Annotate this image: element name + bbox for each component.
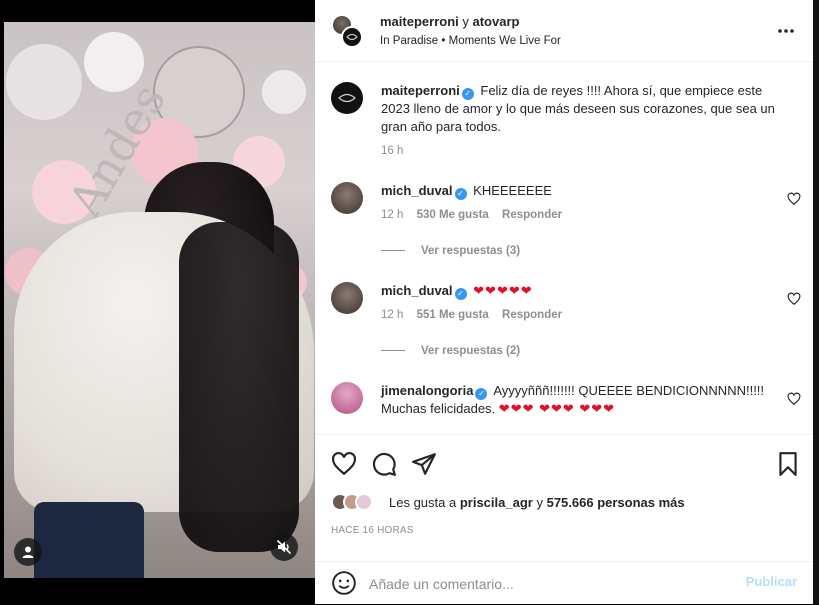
post-video[interactable]: Andes	[4, 22, 315, 578]
caption-time[interactable]: 16 h	[381, 145, 403, 157]
more-horizontal-icon	[778, 29, 794, 33]
likes-user-link[interactable]: priscila_agr	[460, 495, 533, 510]
comment-text: KHEEEEEEE	[473, 183, 552, 198]
comment-text: ❤❤❤❤❤	[473, 283, 533, 298]
author-link[interactable]: atovarp	[473, 14, 520, 29]
comment-username[interactable]: mich_duval	[381, 283, 453, 298]
view-replies-label: Ver respuestas (2)	[421, 345, 521, 357]
comment-username[interactable]: mich_duval	[381, 183, 453, 198]
post-location-audio: In Paradise • Moments We Live For	[380, 35, 561, 47]
post-details-panel: maiteperroni y atovarp In Paradise • Mom…	[315, 0, 813, 604]
reply-button[interactable]: Responder	[502, 309, 562, 321]
add-comment-bar: Publicar	[315, 561, 813, 605]
likes-conjunction: y	[536, 495, 543, 510]
logo-icon	[338, 93, 356, 103]
likes-count-link[interactable]: 575.666 personas más	[547, 495, 685, 510]
audio-link[interactable]: Moments We Live For	[449, 35, 561, 47]
comments-list[interactable]: maiteperroni ✓ Feliz día de reyes !!!! Ah…	[315, 62, 813, 434]
avatar[interactable]	[331, 282, 363, 314]
verified-badge-icon: ✓	[454, 188, 467, 200]
collab-avatars[interactable]	[331, 14, 365, 48]
speaker-muted-icon	[276, 539, 292, 555]
avatar[interactable]	[331, 182, 363, 214]
more-options-button[interactable]	[777, 18, 795, 39]
right-edge	[813, 0, 819, 604]
likes-summary: Les gusta a priscila_agr y 575.666 perso…	[331, 493, 801, 513]
person-long-hair	[179, 222, 299, 552]
view-replies-button[interactable]: Ver respuestas (3)	[381, 245, 520, 257]
avatar[interactable]	[331, 82, 363, 114]
comment-item: jimenalongoria ✓ Ayyyyñññ!!!!!!! QUEEEE B…	[331, 382, 801, 434]
comment-time[interactable]: 12 h	[381, 209, 403, 221]
person-jeans	[34, 502, 144, 578]
media-letterbox-top	[0, 0, 315, 22]
comment-text-block: jimenalongoria ✓ Ayyyyñññ!!!!!!! QUEEEE B…	[381, 382, 771, 418]
comment-bubble-icon[interactable]	[371, 451, 397, 477]
comment-time[interactable]: 12 h	[381, 309, 403, 321]
mute-button[interactable]	[270, 533, 298, 561]
comment-input[interactable]	[369, 572, 709, 596]
likes-text: Les gusta a priscila_agr y 575.666 perso…	[389, 495, 685, 510]
author-link[interactable]: maiteperroni	[380, 14, 459, 29]
verified-badge-icon: ✓	[475, 388, 488, 400]
post-comment-button[interactable]: Publicar	[746, 574, 797, 589]
like-comment-heart-icon[interactable]	[787, 392, 801, 406]
view-replies-button[interactable]: Ver respuestas (2)	[381, 345, 520, 357]
caption-username[interactable]: maiteperroni	[381, 83, 460, 98]
post-media[interactable]: Andes	[0, 0, 315, 604]
comment-meta: 12 h 530 Me gusta Responder	[381, 209, 572, 221]
avatar[interactable]	[331, 382, 363, 414]
post-header: maiteperroni y atovarp In Paradise • Mom…	[315, 0, 813, 62]
post-actions-section: Les gusta a priscila_agr y 575.666 perso…	[315, 434, 813, 604]
comment-text-block: mich_duval ✓ ❤❤❤❤❤	[381, 282, 781, 300]
save-bookmark-icon[interactable]	[775, 451, 801, 477]
view-replies-label: Ver respuestas (3)	[421, 245, 521, 257]
post-caption: maiteperroni ✓ Feliz día de reyes !!!! Ah…	[331, 82, 801, 162]
like-comment-heart-icon[interactable]	[787, 192, 801, 206]
logo-icon	[346, 34, 358, 40]
comment-item: mich_duval ✓ ❤❤❤❤❤ 12 h 551 Me gusta Resp…	[331, 282, 801, 362]
comment-likes[interactable]: 530 Me gusta	[417, 209, 489, 221]
like-heart-icon[interactable]	[331, 451, 357, 477]
comment-text-block: mich_duval ✓ KHEEEEEEE	[381, 182, 781, 200]
caption-text-block: maiteperroni ✓ Feliz día de reyes !!!! Ah…	[381, 82, 781, 136]
avatar[interactable]	[341, 26, 363, 48]
verified-badge-icon: ✓	[461, 88, 474, 100]
reply-button[interactable]: Responder	[502, 209, 562, 221]
likes-prefix: Les gusta a	[389, 495, 457, 510]
verified-badge-icon: ✓	[454, 288, 467, 300]
media-letterbox-bottom	[0, 578, 315, 604]
user-icon	[22, 546, 34, 558]
caption-meta: 16 h	[381, 145, 413, 157]
post-authors: maiteperroni y atovarp	[380, 14, 519, 29]
tagged-users-button[interactable]	[14, 538, 42, 566]
comment-item: mich_duval ✓ KHEEEEEEE 12 h 530 Me gusta …	[331, 182, 801, 262]
comment-username[interactable]: jimenalongoria	[381, 383, 473, 398]
share-paper-plane-icon[interactable]	[411, 451, 437, 477]
emoji-icon[interactable]	[331, 570, 357, 596]
like-comment-heart-icon[interactable]	[787, 292, 801, 306]
replies-divider	[381, 250, 405, 252]
author-conjunction: y	[462, 14, 469, 29]
instagram-post-viewer: Andes maiteperroni y atovarp In Paradise…	[0, 0, 819, 604]
location-link[interactable]: In Paradise	[380, 35, 438, 47]
comment-likes[interactable]: 551 Me gusta	[417, 309, 489, 321]
post-timestamp[interactable]: HACE 16 HORAS	[331, 525, 414, 536]
comment-hearts: ❤❤❤ ❤❤❤ ❤❤❤	[498, 401, 616, 416]
replies-divider	[381, 350, 405, 352]
comment-meta: 12 h 551 Me gusta Responder	[381, 309, 572, 321]
separator: •	[441, 35, 446, 47]
avatar[interactable]	[355, 493, 373, 511]
